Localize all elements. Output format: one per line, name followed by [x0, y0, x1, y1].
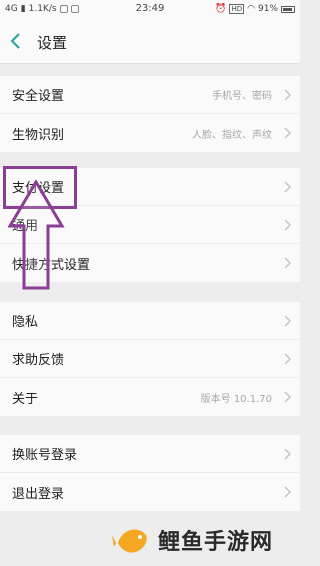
row-label: 生物识别 [12, 127, 65, 143]
row-privacy[interactable]: 隐私 [0, 302, 300, 340]
battery-percent: 91% [257, 4, 278, 14]
settings-screen: 4G ▮ 1.1K/s 23:49 ⏰ HD ◠ 91% 设置 安全设置 手机号… [0, 0, 300, 566]
row-help-feedback[interactable]: 求助反馈 [0, 340, 300, 378]
chevron-right-icon [284, 315, 291, 327]
chevron-right-icon [284, 181, 291, 193]
row-label: 求助反馈 [12, 353, 65, 368]
row-logout[interactable]: 退出登录 [0, 473, 300, 511]
row-label: 退出登录 [12, 486, 65, 502]
chevron-right-icon [284, 391, 291, 403]
page-title: 设置 [37, 34, 68, 52]
settings-group-account: 换账号登录 退出登录 [0, 435, 300, 511]
row-about[interactable]: 关于 版本号 10.1.70 [0, 378, 300, 416]
chevron-right-icon [284, 89, 291, 101]
row-value: 人脸、指纹、声纹 [192, 129, 272, 141]
row-label: 关于 [12, 391, 39, 407]
header: 设置 [0, 20, 300, 64]
settings-group-account-security: 安全设置 手机号、密码 生物识别 人脸、指纹、声纹 [0, 76, 300, 152]
chevron-right-icon [284, 219, 291, 231]
status-right: ⏰ HD ◠ 91% [215, 4, 295, 14]
status-bar: 4G ▮ 1.1K/s 23:49 ⏰ HD ◠ 91% [0, 0, 300, 20]
row-label: 隐私 [12, 315, 39, 330]
back-arrow-icon[interactable] [6, 28, 26, 54]
settings-group-about: 隐私 求助反馈 关于 版本号 10.1.70 [0, 302, 300, 416]
chevron-right-icon [284, 486, 291, 498]
version-value: 版本号 10.1.70 [200, 393, 272, 405]
watermark-text: 鲤鱼手游网 [158, 530, 274, 555]
row-biometrics[interactable]: 生物识别 人脸、指纹、声纹 [0, 114, 300, 152]
chevron-right-icon [284, 127, 291, 139]
row-switch-account[interactable]: 换账号登录 [0, 435, 300, 473]
alarm-icon: ⏰ [215, 4, 227, 14]
hd-icon: HD [229, 4, 245, 14]
annotation-up-arrow-icon [8, 180, 65, 290]
battery-icon [281, 5, 295, 13]
row-security-settings[interactable]: 安全设置 手机号、密码 [0, 76, 300, 114]
watermark-logo: 鲤鱼手游网 [112, 517, 297, 563]
row-label: 换账号登录 [12, 448, 78, 463]
chevron-right-icon [284, 448, 291, 460]
wifi-icon: ◠ [247, 4, 255, 14]
chevron-right-icon [284, 353, 291, 365]
fish-logo-icon [112, 529, 147, 553]
chevron-right-icon [284, 257, 291, 269]
row-value: 手机号、密码 [212, 91, 272, 102]
row-label: 安全设置 [12, 89, 65, 104]
